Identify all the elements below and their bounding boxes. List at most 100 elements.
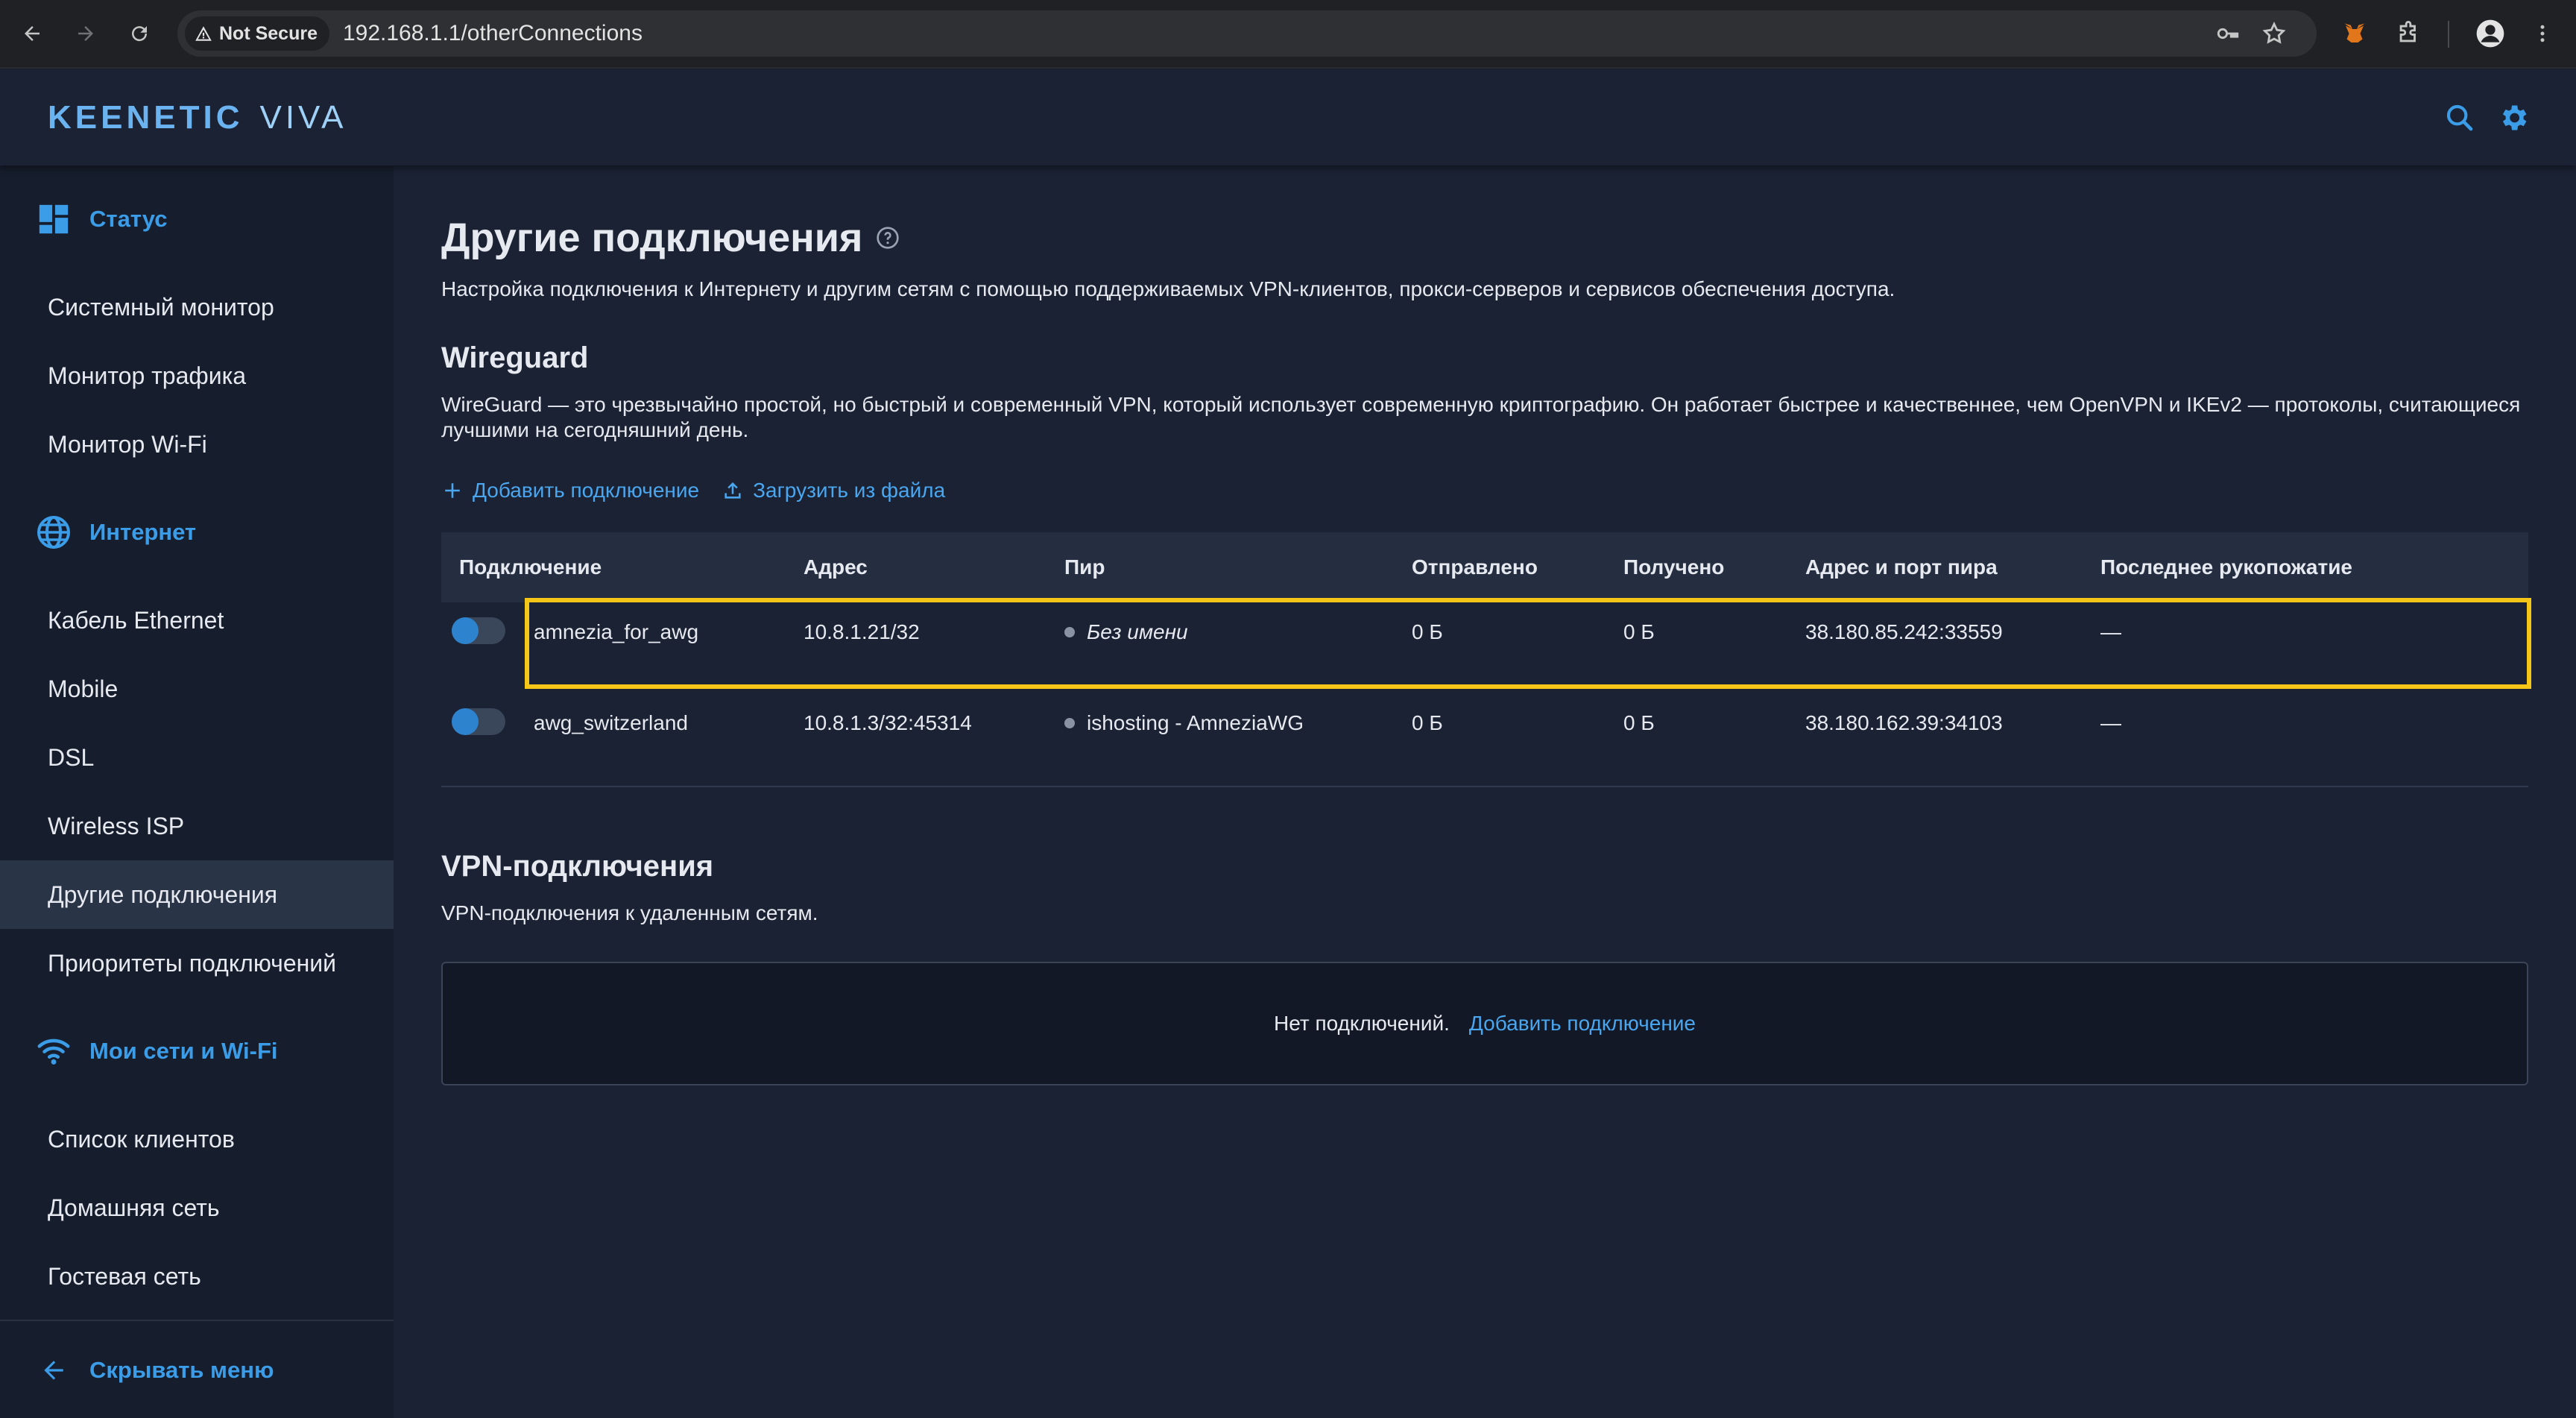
vpn-empty-state: Нет подключений. Добавить подключение: [441, 962, 2528, 1085]
wireguard-table: Подключение Адрес Пир Отправлено Получен…: [441, 532, 2531, 784]
security-label: Not Secure: [219, 22, 318, 44]
bytes-sent: 0 Б: [1412, 620, 1443, 643]
toolbar-divider: [2448, 21, 2449, 48]
connection-name[interactable]: awg_switzerland: [534, 708, 688, 738]
sidebar-group-label: Интернет: [89, 519, 197, 545]
last-handshake: —: [2100, 711, 2121, 734]
arrow-left-icon: [34, 1351, 73, 1390]
connection-toggle[interactable]: [452, 708, 505, 735]
sidebar-item-traffic-monitor[interactable]: Монитор трафика: [0, 341, 394, 410]
bookmark-star-icon[interactable]: [2260, 19, 2288, 48]
back-icon[interactable]: [15, 16, 49, 51]
sidebar-group-label: Статус: [89, 206, 168, 232]
keenetic-logo[interactable]: KEENETIC VIVA: [48, 99, 347, 136]
peer-endpoint: 38.180.85.242:33559: [1805, 620, 2003, 643]
add-connection-button[interactable]: Добавить подключение: [441, 479, 699, 502]
logo-model: VIVA: [259, 99, 347, 136]
column-header-last-handshake[interactable]: Последнее рукопожатие: [2100, 532, 2352, 602]
wireguard-section-title: Wireguard: [441, 341, 589, 374]
sidebar-item-label: Список клиентов: [48, 1125, 235, 1153]
last-handshake: —: [2100, 620, 2121, 643]
address-bar[interactable]: Not Secure 192.168.1.1/otherConnections: [177, 10, 2317, 57]
gear-icon[interactable]: [2494, 98, 2533, 137]
sidebar-item-label: Другие подключения: [48, 880, 278, 908]
sidebar-item-ethernet-cable[interactable]: Кабель Ethernet: [0, 586, 394, 655]
logo-brand: KEENETIC: [48, 99, 244, 136]
sidebar-item-wireless-isp[interactable]: Wireless ISP: [0, 792, 394, 860]
column-header-sent[interactable]: Отправлено: [1412, 532, 1538, 602]
sidebar-item-mobile[interactable]: Mobile: [0, 655, 394, 723]
sidebar-item-label: Монитор трафика: [48, 362, 247, 389]
table-row[interactable]: amnezia_for_awg 10.8.1.21/32 Без имени 0…: [441, 598, 2531, 693]
peer-status-dot: [1064, 718, 1075, 728]
sidebar-item-label: Монитор Wi-Fi: [48, 430, 207, 458]
connection-address: 10.8.1.3/32:45314: [804, 711, 972, 734]
sidebar-item-dsl[interactable]: DSL: [0, 723, 394, 792]
collapse-menu-label: Скрывать меню: [89, 1357, 274, 1383]
sidebar-item-wifi-monitor[interactable]: Монитор Wi-Fi: [0, 410, 394, 479]
sidebar-item-connection-priorities[interactable]: Приоритеты подключений: [0, 929, 394, 998]
app-header: KEENETIC VIVA: [0, 70, 2576, 166]
toggle-knob: [452, 708, 479, 735]
help-icon[interactable]: [876, 226, 900, 250]
wireguard-description: WireGuard — это чрезвычайно простой, но …: [441, 393, 2521, 441]
globe-icon: [34, 513, 73, 552]
section-divider: [441, 786, 2528, 787]
column-header-connection[interactable]: Подключение: [459, 532, 602, 602]
sidebar-item-label: Домашняя сеть: [48, 1194, 220, 1221]
forward-icon[interactable]: [69, 16, 103, 51]
upload-from-file-button[interactable]: Загрузить из файла: [722, 479, 945, 502]
column-header-received[interactable]: Получено: [1623, 532, 1724, 602]
sidebar-item-label: Системный монитор: [48, 293, 274, 321]
url-text[interactable]: 192.168.1.1/otherConnections: [343, 21, 643, 46]
sidebar-item-label: Кабель Ethernet: [48, 606, 224, 634]
bytes-sent: 0 Б: [1412, 711, 1443, 734]
column-header-peer-endpoint[interactable]: Адрес и порт пира: [1805, 532, 1998, 602]
search-icon[interactable]: [2440, 98, 2479, 137]
sidebar-item-other-connections[interactable]: Другие подключения: [0, 860, 394, 929]
add-vpn-connection-link[interactable]: Добавить подключение: [1469, 1012, 1696, 1036]
page-title-text: Другие подключения: [441, 215, 863, 260]
reload-icon[interactable]: [122, 16, 157, 51]
sidebar-group-my-networks[interactable]: Мои сети и Wi-Fi: [34, 1029, 278, 1074]
peer-endpoint: 38.180.162.39:34103: [1805, 711, 2003, 734]
sidebar-item-guest-network[interactable]: Гостевая сеть: [0, 1242, 394, 1311]
sidebar-group-internet[interactable]: Интернет: [34, 510, 196, 555]
bytes-received: 0 Б: [1623, 711, 1655, 734]
profile-avatar-icon[interactable]: [2473, 16, 2507, 51]
sidebar-item-label: DSL: [48, 743, 95, 771]
sidebar-item-label: Mobile: [48, 675, 119, 702]
sidebar-group-status[interactable]: Статус: [34, 197, 167, 242]
vpn-section-title: VPN-подключения: [441, 850, 714, 883]
table-header: Подключение Адрес Пир Отправлено Получен…: [441, 532, 2528, 602]
column-header-peer[interactable]: Пир: [1064, 532, 1105, 602]
add-connection-label: Добавить подключение: [473, 479, 700, 502]
connection-name[interactable]: amnezia_for_awg: [534, 617, 698, 647]
table-row[interactable]: awg_switzerland 10.8.1.3/32:45314 ishost…: [441, 693, 2528, 784]
collapse-menu-button[interactable]: Скрывать меню: [34, 1351, 274, 1390]
empty-state-text: Нет подключений.: [1273, 1012, 1450, 1035]
connection-toggle[interactable]: [452, 617, 505, 644]
browser-toolbar: Not Secure 192.168.1.1/otherConnections: [0, 0, 2576, 69]
warning-icon: [195, 26, 212, 41]
not-secure-badge[interactable]: Not Secure: [185, 16, 329, 51]
toggle-knob: [452, 617, 479, 644]
column-header-address[interactable]: Адрес: [804, 532, 868, 602]
peer-name: ishosting - AmneziaWG: [1087, 711, 1304, 734]
sidebar-item-home-network[interactable]: Домашняя сеть: [0, 1173, 394, 1242]
metamask-extension-icon[interactable]: [2337, 16, 2372, 51]
wireguard-actions: Добавить подключение Загрузить из файла: [441, 479, 967, 502]
sidebar-item-client-list[interactable]: Список клиентов: [0, 1105, 394, 1173]
sidebar-item-system-monitor[interactable]: Системный монитор: [0, 273, 394, 341]
browser-menu-icon[interactable]: [2525, 16, 2560, 51]
sidebar-footer: Скрывать меню: [0, 1320, 394, 1418]
sidebar-item-label: Гостевая сеть: [48, 1262, 201, 1290]
page-description: Настройка подключения к Интернету и друг…: [441, 277, 1895, 300]
plus-icon: [441, 479, 464, 502]
sidebar-item-label: Приоритеты подключений: [48, 949, 337, 977]
peer-status-dot: [1064, 627, 1075, 637]
sidebar-group-label: Мои сети и Wi-Fi: [89, 1038, 278, 1064]
extensions-puzzle-icon[interactable]: [2391, 16, 2425, 51]
wifi-icon: [34, 1032, 73, 1071]
password-key-icon[interactable]: [2214, 19, 2242, 48]
